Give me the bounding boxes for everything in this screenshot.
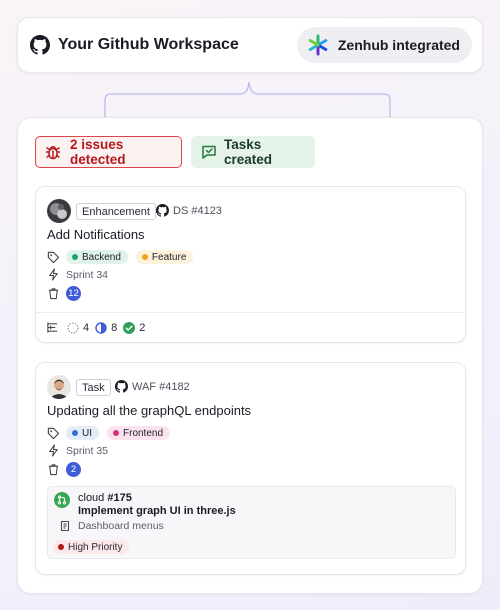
issues-panel: 2 issues detected Tasks created Enhancem…	[17, 117, 483, 594]
circle-open-icon	[67, 322, 79, 334]
epic-icon	[59, 520, 71, 532]
label-chip[interactable]: Frontend	[107, 426, 171, 440]
label-chip[interactable]: Feature	[135, 250, 194, 264]
issue-title[interactable]: Updating all the graphQL endpoints	[47, 403, 251, 418]
issues-detected-badge[interactable]: 2 issues detected	[35, 136, 182, 168]
estimate-row: 2	[47, 462, 81, 477]
issues-detected-label: 2 issues detected	[70, 137, 126, 167]
lightning-icon	[47, 268, 60, 281]
task-check-icon	[201, 144, 217, 160]
hierarchy-icon	[46, 321, 59, 334]
estimate-icon	[47, 287, 60, 300]
tag-icon	[47, 427, 60, 440]
sprint-label: Sprint 35	[66, 444, 109, 457]
sprint-label: Sprint 34	[66, 268, 109, 281]
estimate-icon	[47, 463, 60, 476]
connector-bracket	[104, 81, 391, 117]
avatar	[47, 199, 71, 223]
priority-chip[interactable]: High Priority	[53, 540, 130, 554]
avatar	[47, 375, 71, 399]
linked-task[interactable]: cloud #175 Implement graph UI in three.j…	[47, 486, 456, 559]
linked-task-ref: cloud #175	[78, 492, 132, 504]
card-footer: 4 8 2	[36, 312, 465, 342]
linked-task-title[interactable]: Implement graph UI in three.js	[78, 505, 236, 517]
done-count: 2	[123, 321, 145, 334]
sprint-row: Sprint 35	[47, 444, 108, 457]
issue-reference-label: WAF #4182	[132, 380, 190, 393]
issue-reference[interactable]: WAF #4182	[115, 380, 190, 393]
in-progress-count: 8	[95, 322, 117, 334]
epic-row: Dashboard menus	[59, 520, 164, 532]
issue-card[interactable]: Enhancement DS #4123 Add Notifications B…	[35, 186, 466, 343]
pull-request-icon	[54, 492, 70, 508]
estimate-badge: 2	[66, 462, 81, 477]
tasks-created-label: Tasks created	[224, 137, 273, 167]
sprint-row: Sprint 34	[47, 268, 108, 281]
lightning-icon	[47, 444, 60, 457]
check-circle-icon	[123, 321, 136, 334]
bug-icon	[44, 143, 62, 161]
issue-reference-label: DS #4123	[173, 204, 222, 217]
epic-label: Dashboard menus	[78, 520, 164, 532]
github-icon	[156, 204, 169, 217]
half-circle-icon	[95, 321, 107, 334]
issue-title[interactable]: Add Notifications	[47, 227, 145, 242]
tasks-created-badge[interactable]: Tasks created	[191, 136, 315, 168]
tag-icon	[47, 251, 60, 264]
estimate-badge: 12	[66, 286, 81, 301]
estimate-row: 12	[47, 286, 81, 301]
open-count: 4	[67, 322, 89, 334]
issue-type-tag: Enhancement	[76, 203, 156, 220]
label-chip[interactable]: Backend	[66, 250, 128, 264]
issue-reference[interactable]: DS #4123	[156, 204, 222, 217]
github-icon	[115, 380, 128, 393]
issue-card[interactable]: Task WAF #4182 Updating all the graphQL …	[35, 362, 466, 575]
labels-row: Backend Feature	[47, 250, 201, 264]
issue-type-tag: Task	[76, 379, 111, 396]
labels-row: UI Frontend	[47, 426, 178, 440]
label-chip[interactable]: UI	[66, 426, 99, 440]
